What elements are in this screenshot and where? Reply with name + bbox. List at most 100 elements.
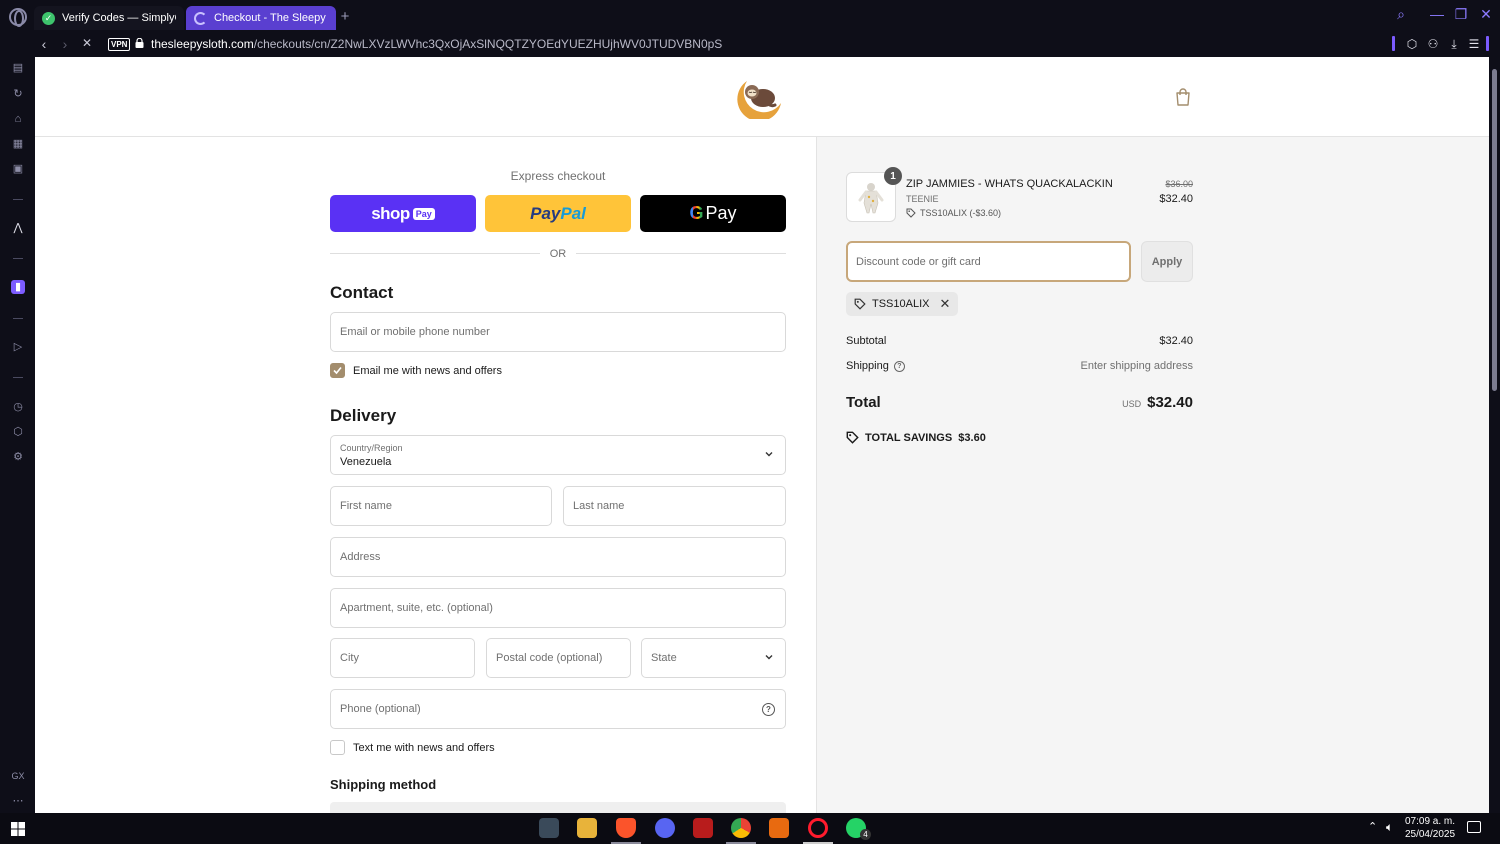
video-app-icon[interactable] xyxy=(693,818,713,838)
restore-icon[interactable]: ❐ xyxy=(1451,6,1471,23)
help-question-icon[interactable]: ? xyxy=(893,360,905,372)
shipping-label-row: Shipping ? xyxy=(846,360,905,372)
whatsapp-badge: 4 xyxy=(860,829,871,840)
tray-chevron-up-icon[interactable]: ⌃ xyxy=(1368,820,1377,833)
vpn-badge[interactable]: VPN xyxy=(108,38,131,51)
stop-loading-icon[interactable]: ✕ xyxy=(79,36,95,50)
contact-title: Contact xyxy=(330,283,394,302)
windows-start-icon[interactable] xyxy=(11,822,25,836)
sms-checkbox[interactable] xyxy=(330,740,345,755)
shop-pay-button[interactable]: shop Pay xyxy=(330,195,476,232)
back-arrow-icon[interactable]: ‹ xyxy=(36,36,52,52)
express-checkout-label: Express checkout xyxy=(510,169,606,183)
gx-icon[interactable]: GX xyxy=(10,769,26,783)
product-discount-text: TSS10ALIX (-$3.60) xyxy=(920,208,1002,218)
tag-icon xyxy=(906,208,916,218)
currency-label: USD xyxy=(1122,399,1142,409)
original-price: $36.00 xyxy=(1165,179,1193,189)
last-name-field[interactable]: Last name xyxy=(563,486,786,526)
url-domain: thesleepysloth.com xyxy=(151,37,254,51)
extensions-cube-icon[interactable]: ⬡ xyxy=(1405,37,1419,51)
sms-label: Text me with news and offers xyxy=(353,741,495,754)
phone-placeholder: Phone (optional) xyxy=(340,703,421,715)
product-discount: TSS10ALIX (-$3.60) xyxy=(906,208,1001,218)
menu-icon[interactable]: ☰ xyxy=(1467,37,1481,51)
total-label: Total xyxy=(846,394,881,411)
remove-code-icon[interactable]: ✕ xyxy=(939,296,950,312)
postal-code-field[interactable]: Postal code (optional) xyxy=(486,638,631,678)
google-pay-button[interactable]: G Pay xyxy=(640,195,786,232)
news-icon[interactable]: ▤ xyxy=(10,61,26,75)
accent-bar xyxy=(1392,36,1395,51)
close-window-icon[interactable]: ✕ xyxy=(1476,6,1496,23)
tab-verify-codes[interactable]: ✓ Verify Codes — SimplyCo xyxy=(34,6,184,30)
address-placeholder: Address xyxy=(340,551,381,563)
first-name-placeholder: First name xyxy=(340,500,392,512)
country-select[interactable]: Country/Region Venezuela xyxy=(330,435,786,475)
clock-time: 07:09 a. m. xyxy=(1404,816,1456,827)
quantity-badge: 1 xyxy=(884,167,902,185)
city-field[interactable]: City xyxy=(330,638,475,678)
shopping-icon[interactable]: ⌂ xyxy=(10,112,26,126)
discount-code-input[interactable]: Discount code or gift card xyxy=(846,241,1131,282)
newsletter-checkbox[interactable] xyxy=(330,363,345,378)
apply-button[interactable]: Apply xyxy=(1141,241,1193,282)
search-tabs-icon[interactable]: ⌕ xyxy=(1391,6,1411,23)
scrollbar-thumb[interactable] xyxy=(1492,69,1497,391)
history-icon[interactable]: ◷ xyxy=(10,400,26,414)
player-icon[interactable]: ▣ xyxy=(10,162,26,176)
subtotal-label: Subtotal xyxy=(846,335,887,347)
tab-checkout[interactable]: Checkout - The Sleepy Sl xyxy=(186,6,336,30)
shipping-value: Enter shipping address xyxy=(1080,360,1193,372)
lock-icon[interactable] xyxy=(135,38,144,48)
state-placeholder: State xyxy=(651,652,677,664)
app-icon[interactable] xyxy=(769,818,789,838)
applied-discount-tag: TSS10ALIX ✕ xyxy=(846,292,959,316)
new-tab-button[interactable]: + xyxy=(338,9,352,24)
notifications-icon[interactable] xyxy=(1467,821,1481,833)
settings-gear-icon[interactable]: ⚙ xyxy=(10,450,26,464)
shopping-bag-icon[interactable] xyxy=(1175,88,1191,106)
more-dots-icon[interactable]: ⋯ xyxy=(10,794,26,808)
phone-field[interactable]: Phone (optional) ? xyxy=(330,689,786,729)
chrome-icon[interactable] xyxy=(731,818,751,838)
page-scrollbar[interactable] xyxy=(1489,57,1500,813)
play-icon[interactable]: ▷ xyxy=(10,340,26,354)
refresh-icon[interactable]: ↻ xyxy=(10,87,26,101)
first-name-field[interactable]: First name xyxy=(330,486,552,526)
opera-gx-taskbar-icon[interactable] xyxy=(808,818,828,838)
brave-browser-icon[interactable] xyxy=(616,818,636,838)
sms-checkbox-row[interactable]: Text me with news and offers xyxy=(330,740,495,755)
download-icon[interactable]: ⤓ xyxy=(1447,37,1461,51)
clock-date: 25/04/2025 xyxy=(1404,829,1456,840)
profile-icon[interactable]: ⚇ xyxy=(1426,37,1440,51)
minimize-icon[interactable]: — xyxy=(1427,6,1447,22)
discord-icon[interactable] xyxy=(655,818,675,838)
google-g-icon: G xyxy=(689,203,704,223)
gallery-app-icon[interactable] xyxy=(539,818,559,838)
newsletter-checkbox-row[interactable]: Email me with news and offers xyxy=(330,363,502,378)
paypal-button[interactable]: PayPal xyxy=(485,195,631,232)
cube-icon[interactable]: ⬡ xyxy=(10,425,26,439)
volume-icon[interactable]: 🔈︎ xyxy=(1386,820,1393,835)
shop-pay-badge: Pay xyxy=(412,207,435,220)
file-explorer-icon[interactable] xyxy=(577,818,597,838)
taskbar-clock[interactable]: 07:09 a. m. 25/04/2025 xyxy=(1400,815,1460,841)
last-name-placeholder: Last name xyxy=(573,500,625,512)
address-field[interactable]: Address xyxy=(330,537,786,577)
opera-logo-icon[interactable] xyxy=(9,8,27,27)
email-field[interactable]: Email or mobile phone number xyxy=(330,312,786,352)
sleepy-sloth-logo[interactable] xyxy=(737,73,785,119)
url-field[interactable]: thesleepysloth.com/checkouts/cn/Z2NwLXVz… xyxy=(151,37,722,51)
twitch-icon[interactable]: ▮ xyxy=(11,280,25,294)
gaming-icon[interactable]: ▦ xyxy=(10,137,26,151)
apartment-field[interactable]: Apartment, suite, etc. (optional) xyxy=(330,588,786,628)
country-value: Venezuela xyxy=(340,456,392,468)
sidebar-divider xyxy=(13,258,23,259)
help-question-icon[interactable]: ? xyxy=(762,703,775,716)
state-select[interactable]: State xyxy=(641,638,786,678)
aria-icon[interactable]: ⋀ xyxy=(10,221,26,235)
forward-arrow-icon[interactable]: › xyxy=(57,36,73,52)
total-value: USD $32.40 xyxy=(1015,394,1193,412)
apartment-placeholder: Apartment, suite, etc. (optional) xyxy=(340,602,493,614)
